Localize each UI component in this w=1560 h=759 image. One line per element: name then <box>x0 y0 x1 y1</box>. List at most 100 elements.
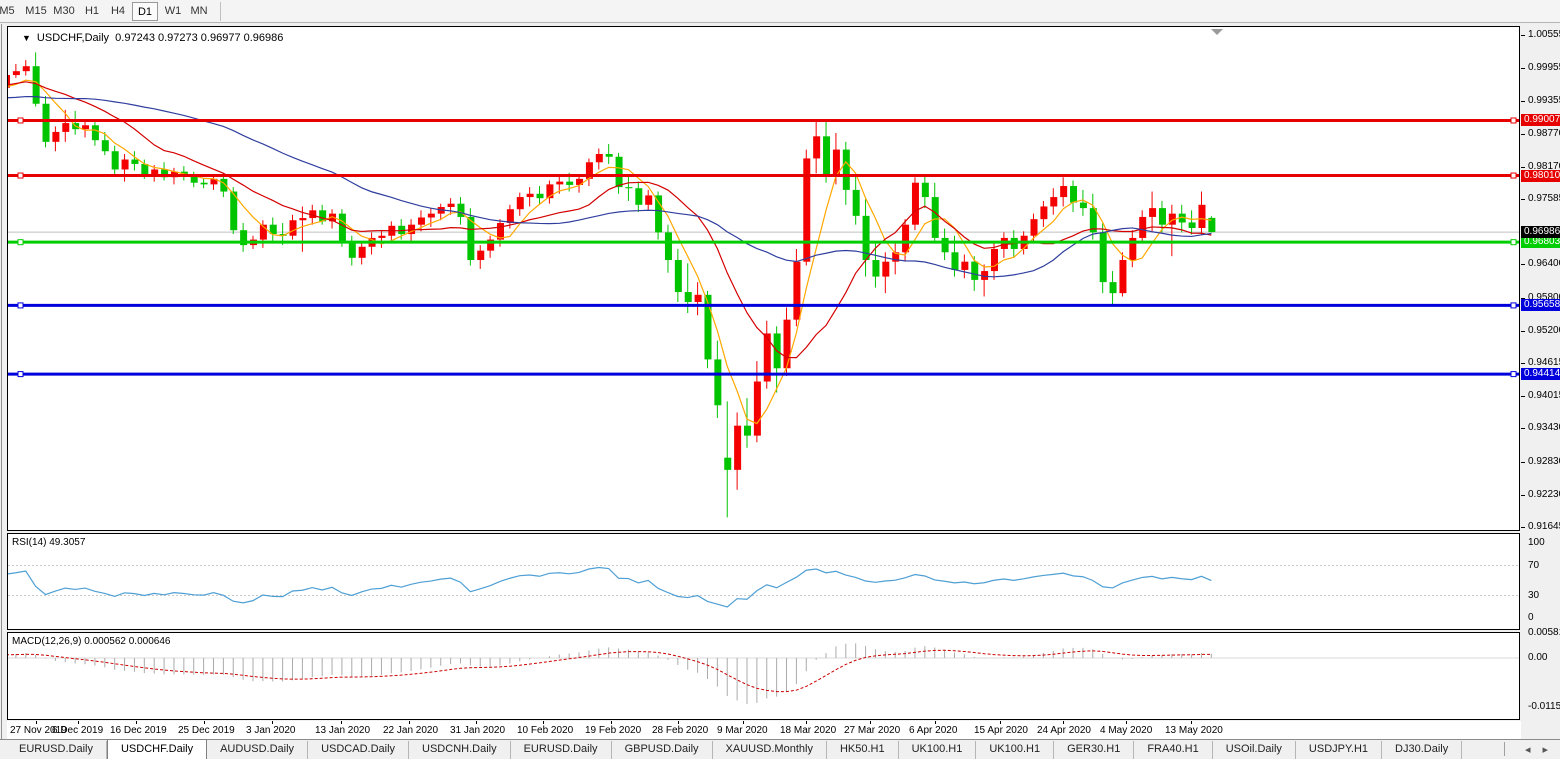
candle <box>764 321 771 389</box>
price-axis-tick <box>1521 462 1525 463</box>
candle <box>517 193 524 216</box>
chart-tab-xauusd-monthly[interactable]: XAUUSD.Monthly <box>713 741 827 759</box>
chart-tab-usoil-daily[interactable]: USOil.Daily <box>1213 741 1296 759</box>
chart-tab-eurusd-daily[interactable]: EURUSD.Daily <box>511 741 612 759</box>
date-axis-tick <box>870 721 871 724</box>
date-axis-tick <box>1126 721 1127 724</box>
chart-tab-audusd-daily[interactable]: AUDUSD.Daily <box>207 741 308 759</box>
date-axis-tick <box>1063 721 1064 724</box>
price-axis-label: 0.99955 <box>1528 62 1560 73</box>
candlestick-chart <box>8 27 1519 530</box>
candle <box>467 208 474 265</box>
tabs-scroll-left-icon[interactable]: ◂ <box>1519 743 1537 756</box>
chart-window-left-frame <box>1 24 2 739</box>
timeframe-button-m15[interactable]: M15 <box>22 2 50 21</box>
date-axis-label: 13 May 2020 <box>1165 725 1223 736</box>
candle <box>942 229 949 260</box>
date-axis[interactable]: 27 Nov 20196 Dec 201916 Dec 201925 Dec 2… <box>7 721 1521 739</box>
candle <box>1139 210 1146 242</box>
timeframe-button-d1[interactable]: D1 <box>132 2 158 21</box>
price-level-badge: 0.94414 <box>1521 368 1560 380</box>
candle <box>586 158 593 186</box>
candle <box>1119 252 1126 296</box>
hline-left-handle[interactable] <box>18 240 23 245</box>
candle <box>1040 201 1047 227</box>
candle <box>457 197 464 225</box>
date-axis-tick <box>476 721 477 724</box>
candle <box>1060 177 1067 206</box>
chart-collapse-icon[interactable]: ▼ <box>22 33 31 43</box>
chart-title: ▼USDCHF,Daily 0.97243 0.97273 0.96977 0.… <box>22 32 283 44</box>
timeframe-button-h1[interactable]: H1 <box>80 2 104 21</box>
candle <box>734 412 741 489</box>
hline-right-handle[interactable] <box>1511 173 1516 178</box>
price-axis-tick <box>1521 35 1525 36</box>
price-axis-tick <box>1521 101 1525 102</box>
candle <box>1189 210 1196 234</box>
candle <box>1198 192 1205 235</box>
date-axis-tick <box>806 721 807 724</box>
candle <box>744 398 751 448</box>
hline-right-handle[interactable] <box>1511 303 1516 308</box>
main-chart-pane[interactable]: ▼USDCHF,Daily 0.97243 0.97273 0.96977 0.… <box>7 26 1520 531</box>
price-axis-tick <box>1521 264 1525 265</box>
candle <box>843 142 850 205</box>
timeframe-button-mn[interactable]: MN <box>186 2 212 21</box>
chart-tab-fra40-h1[interactable]: FRA40.H1 <box>1134 741 1212 759</box>
chart-tab-hk50-h1[interactable]: HK50.H1 <box>827 741 899 759</box>
timeframe-button-m5[interactable]: M5 <box>0 2 20 21</box>
candle <box>1080 190 1087 216</box>
date-axis-tick <box>743 721 744 724</box>
chart-tab-uk100-h1[interactable]: UK100.H1 <box>976 741 1054 759</box>
price-axis-label: 0.92830 <box>1528 456 1560 467</box>
tab-scroll-controls: ◂▸ <box>1504 739 1560 759</box>
hline-left-handle[interactable] <box>18 372 23 377</box>
price-level-badge: 0.99007 <box>1521 114 1560 126</box>
chart-tab-usdchf-daily[interactable]: USDCHF.Daily <box>107 739 207 759</box>
hline-right-handle[interactable] <box>1511 118 1516 123</box>
hline-left-handle[interactable] <box>18 303 23 308</box>
hline-right-handle[interactable] <box>1511 240 1516 245</box>
hline-left-handle[interactable] <box>18 173 23 178</box>
chart-tab-usdjpy-h1[interactable]: USDJPY.H1 <box>1296 741 1382 759</box>
rsi-scale-label: 30 <box>1528 590 1539 601</box>
hline-left-handle[interactable] <box>18 118 23 123</box>
candle <box>1100 223 1107 293</box>
chart-tab-uk100-h1[interactable]: UK100.H1 <box>899 741 977 759</box>
macd-indicator-pane[interactable]: MACD(12,26,9) 0.000562 0.000646 <box>7 632 1520 720</box>
timeframe-button-w1[interactable]: W1 <box>160 2 186 21</box>
price-axis-label: 0.91645 <box>1528 521 1560 532</box>
candle <box>912 177 919 230</box>
hline-right-handle[interactable] <box>1511 372 1516 377</box>
candle <box>863 199 870 276</box>
candle <box>161 162 168 180</box>
timeframe-button-h4[interactable]: H4 <box>106 2 130 21</box>
candle <box>1031 214 1038 244</box>
price-axis-label: 0.94615 <box>1528 357 1560 368</box>
price-axis-label: 0.95200 <box>1528 325 1560 336</box>
chart-tab-ger30-h1[interactable]: GER30.H1 <box>1054 741 1134 759</box>
date-axis-tick <box>272 721 273 724</box>
chart-tab-eurusd-daily[interactable]: EURUSD.Daily <box>6 741 107 759</box>
tabs-scroll-right-icon[interactable]: ▸ <box>1536 743 1554 756</box>
candle <box>378 230 385 248</box>
date-axis-label: 16 Dec 2019 <box>110 725 167 736</box>
chart-tab-usdcnh-daily[interactable]: USDCNH.Daily <box>409 741 511 759</box>
chart-tab-gbpusd-daily[interactable]: GBPUSD.Daily <box>612 741 713 759</box>
chart-tab-bar: EURUSD.DailyUSDCHF.DailyAUDUSD.DailyUSDC… <box>0 739 1560 759</box>
chart-tab-usdcad-daily[interactable]: USDCAD.Daily <box>308 741 409 759</box>
price-axis-tick <box>1521 331 1525 332</box>
candle <box>625 176 632 201</box>
candle <box>616 153 623 194</box>
timeframe-button-m30[interactable]: M30 <box>50 2 78 21</box>
date-axis-label: 9 Mar 2020 <box>717 725 768 736</box>
rsi-indicator-pane[interactable]: RSI(14) 49.3057 <box>7 533 1520 630</box>
price-axis-tick <box>1521 428 1525 429</box>
mt4-application-window: M5M15M30H1H4D1W1MN ▼USDCHF,Daily 0.97243… <box>0 0 1560 759</box>
chart-tab-dj30-daily[interactable]: DJ30.Daily <box>1382 741 1462 759</box>
chart-shift-marker-icon[interactable] <box>1211 29 1223 35</box>
date-axis-label: 28 Feb 2020 <box>652 725 708 736</box>
price-axis[interactable]: 1.005550.999550.993550.987700.981700.975… <box>1521 24 1560 720</box>
candle <box>961 254 968 278</box>
date-axis-label: 27 Mar 2020 <box>844 725 900 736</box>
